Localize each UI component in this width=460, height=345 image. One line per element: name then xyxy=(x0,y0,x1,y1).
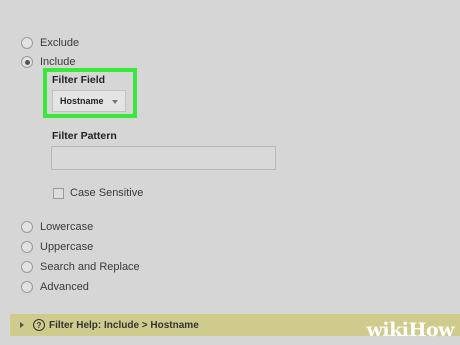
expand-arrow-icon[interactable] xyxy=(20,322,24,328)
uppercase-radio[interactable] xyxy=(21,241,33,253)
uppercase-label: Uppercase xyxy=(40,241,94,253)
include-label: Include xyxy=(40,56,76,68)
help-icon: ? xyxy=(33,319,45,331)
case-sensitive-checkbox[interactable] xyxy=(53,187,64,199)
exclude-label: Exclude xyxy=(40,37,80,49)
search-and-replace-label: Search and Replace xyxy=(40,261,140,273)
filter-field-title: Filter Field xyxy=(52,74,106,86)
wikihow-watermark: wikiHow xyxy=(366,319,455,341)
include-radio[interactable] xyxy=(21,56,33,68)
radio-option-advanced[interactable]: Advanced xyxy=(21,279,89,295)
filter-field-dropdown[interactable]: Hostname xyxy=(52,90,126,112)
watermark-wiki: wiki xyxy=(366,319,409,341)
radio-option-lowercase[interactable]: Lowercase xyxy=(21,219,93,235)
radio-option-search-and-replace[interactable]: Search and Replace xyxy=(21,259,140,275)
filter-pattern-input[interactable] xyxy=(51,146,276,170)
case-sensitive-label: Case Sensitive xyxy=(70,187,144,199)
filter-field-value: Hostname xyxy=(60,96,104,106)
lowercase-radio[interactable] xyxy=(21,221,33,233)
advanced-label: Advanced xyxy=(40,281,89,293)
exclude-radio[interactable] xyxy=(21,37,33,49)
watermark-how: How xyxy=(408,319,455,341)
filter-help-text: Filter Help: Include > Hostname xyxy=(49,319,199,331)
caret-down-icon xyxy=(112,100,118,104)
filter-pattern-title: Filter Pattern xyxy=(52,130,117,142)
search-and-replace-radio[interactable] xyxy=(21,261,33,273)
radio-option-exclude[interactable]: Exclude xyxy=(21,35,79,51)
case-sensitive-option[interactable]: Case Sensitive xyxy=(53,186,143,200)
radio-option-uppercase[interactable]: Uppercase xyxy=(21,239,93,255)
advanced-radio[interactable] xyxy=(21,281,33,293)
lowercase-label: Lowercase xyxy=(40,221,94,233)
